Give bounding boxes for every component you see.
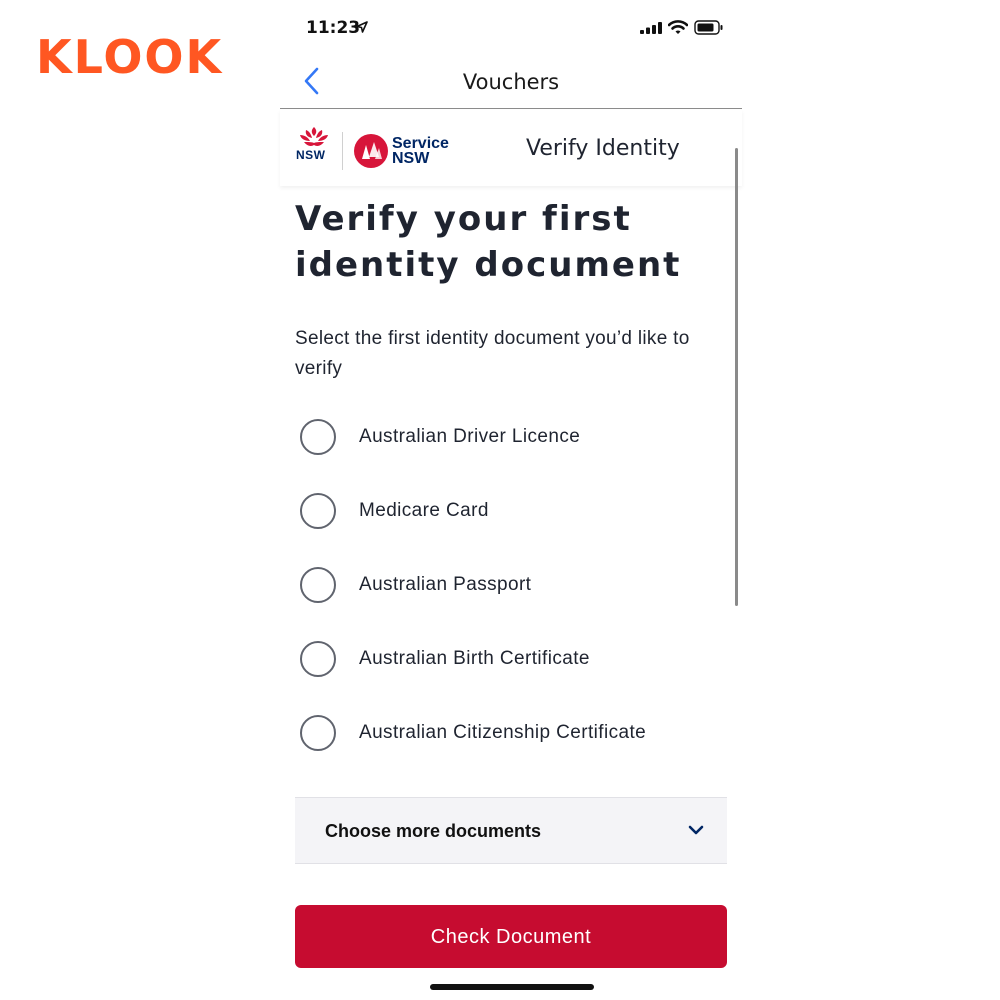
option-medicare-card[interactable]: Medicare Card	[298, 491, 718, 535]
chevron-down-icon[interactable]	[688, 824, 704, 836]
service-nsw-header: NSW Service NSW Verify Identity	[280, 110, 742, 186]
header-title: Verify Identity	[526, 136, 680, 161]
option-citizenship-certificate[interactable]: Australian Citizenship Certificate	[298, 713, 718, 757]
service-nsw-line2: NSW	[392, 150, 430, 167]
battery-icon	[694, 20, 723, 35]
option-label: Australian Passport	[359, 574, 532, 595]
cellular-signal-icon	[640, 22, 662, 34]
option-label: Australian Driver Licence	[359, 426, 581, 447]
radio-button[interactable]	[300, 567, 336, 603]
logo-divider	[342, 132, 343, 170]
page-heading: Verify your first identity document	[295, 199, 682, 285]
home-indicator[interactable]	[430, 984, 594, 990]
nsw-government-logo-text: NSW	[296, 148, 326, 162]
status-time: 11:23	[306, 18, 361, 38]
nav-title: Vouchers	[462, 70, 560, 94]
choose-more-documents-label: Choose more documents	[325, 821, 542, 841]
option-passport[interactable]: Australian Passport	[298, 565, 718, 609]
option-birth-certificate[interactable]: Australian Birth Certificate	[298, 639, 718, 683]
service-nsw-line1: Service	[392, 135, 449, 152]
radio-button[interactable]	[300, 715, 336, 751]
radio-button[interactable]	[300, 641, 336, 677]
phone-screen: 11:23 Vouchers NSW Service NSW Verify Id…	[280, 0, 742, 1000]
wifi-icon	[668, 20, 688, 34]
option-label: Australian Birth Certificate	[359, 648, 590, 669]
option-label: Medicare Card	[359, 500, 489, 521]
choose-more-documents-accordion[interactable]: Choose more documents	[295, 797, 727, 864]
radio-button[interactable]	[300, 493, 336, 529]
scrollbar[interactable]	[735, 148, 738, 606]
option-label: Australian Citizenship Certificate	[359, 722, 647, 743]
service-nsw-logo-text: Service NSW	[392, 135, 449, 167]
status-bar: 11:23	[280, 0, 742, 56]
navigation-bar: Vouchers	[280, 56, 742, 109]
location-arrow-icon	[356, 21, 368, 33]
klook-logo: KLOOK	[36, 30, 224, 84]
check-document-button[interactable]: Check Document	[295, 905, 727, 968]
page-intro: Select the first identity document you’d…	[295, 328, 690, 379]
service-nsw-logo-icon	[354, 134, 388, 168]
radio-button[interactable]	[300, 419, 336, 455]
nsw-waratah-icon	[300, 127, 328, 146]
option-drivers-licence[interactable]: Australian Driver Licence	[298, 417, 718, 461]
